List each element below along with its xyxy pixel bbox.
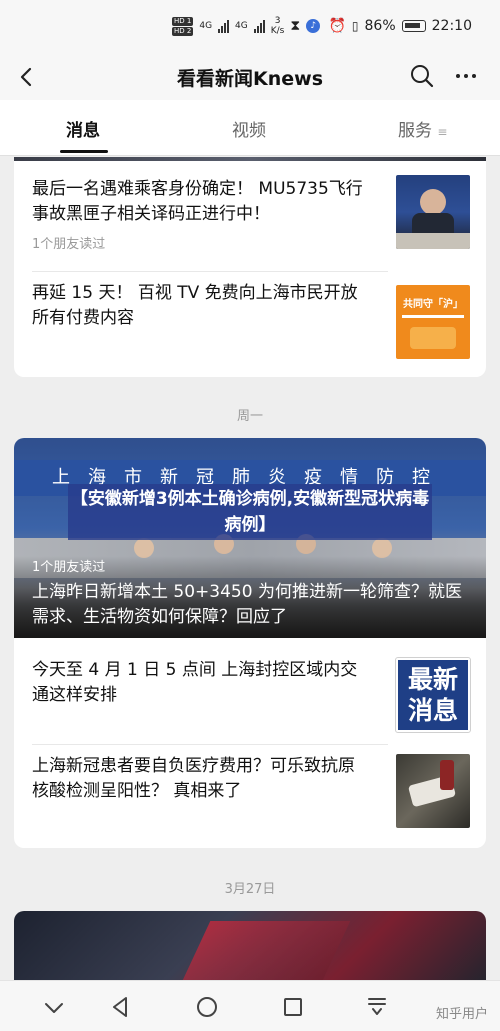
news-item[interactable]: 最后一名遇难乘客身份确定！ MU5735飞行事故黑匣子相关译码正进行中！ 1个朋… xyxy=(14,171,486,271)
tab-bar: 消息 视频 服务 ≡ xyxy=(0,100,500,156)
more-button[interactable] xyxy=(452,62,480,90)
friends-read-label: 1个朋友读过 xyxy=(32,560,106,575)
message-feed[interactable]: 最后一名遇难乘客身份确定！ MU5735飞行事故黑匣子相关译码正进行中！ 1个朋… xyxy=(0,157,500,980)
tab-video[interactable]: 视频 xyxy=(232,116,266,141)
press-conference-thumb xyxy=(396,175,470,249)
cola-can-shape xyxy=(440,760,454,790)
friends-read-label: 1个朋友读过 xyxy=(32,237,106,252)
speaker-head xyxy=(420,189,446,215)
person-head xyxy=(372,538,392,558)
breaking-news-thumb: 最新 消息 xyxy=(395,657,471,733)
person-head xyxy=(134,538,154,558)
date-separator: 周一 xyxy=(236,409,263,424)
sim1-label: HD 1 xyxy=(172,16,194,26)
hero-title: 上海昨日新增本土 50+3450 为何推进新一轮筛查？就医需求、生活物资如何保障… xyxy=(32,582,462,627)
notification-pull-button[interactable] xyxy=(363,993,391,1021)
alarm-icon: ⏰ xyxy=(328,18,346,34)
title-bar: 看看新闻Knews xyxy=(0,56,500,100)
speed-unit: K/s xyxy=(270,26,285,36)
search-button[interactable] xyxy=(408,62,436,90)
orange-promo-thumb: 共同守「沪」 xyxy=(396,285,470,359)
system-nav-bar: 知乎用户 xyxy=(0,980,500,1031)
test-kit-thumb xyxy=(396,754,470,828)
watermark: 知乎用户 xyxy=(435,1007,488,1022)
nav-back-button[interactable] xyxy=(107,993,135,1021)
battery-icon xyxy=(401,20,426,32)
overlay-caption: 【安徽新增3例本土确诊病例,安徽新型冠状病毒病例】 xyxy=(68,484,432,540)
breaking-line1: 最新 xyxy=(407,665,458,694)
tab-messages[interactable]: 消息 xyxy=(66,116,100,141)
status-right: ⏰ ▯ 86% 22:10 xyxy=(328,18,472,34)
signal-icon xyxy=(253,19,265,33)
pull-down-icon xyxy=(368,998,386,1015)
vibrate-icon: ▯ xyxy=(351,19,359,33)
news-item[interactable]: 上海新冠患者要自负医疗费用？可乐致抗原核酸检测呈阳性？ 真相来了 xyxy=(14,744,486,844)
collapse-button[interactable] xyxy=(40,993,68,1021)
promo-line xyxy=(402,315,464,318)
tab-services-label: 服务 xyxy=(398,121,432,141)
promo-graphic xyxy=(410,327,456,349)
status-left: HD 1 HD 2 4G 4G 3 K/s ⧗ ♪ xyxy=(172,16,321,36)
square-recents-icon xyxy=(284,998,302,1016)
sim2-label: HD 2 xyxy=(172,26,194,36)
breaking-line2: 消息 xyxy=(407,696,458,725)
image-graphic xyxy=(177,921,351,980)
news-card: 最后一名遇难乘客身份确定！ MU5735飞行事故黑匣子相关译码正进行中！ 1个朋… xyxy=(14,157,486,377)
news-image[interactable] xyxy=(14,911,486,980)
menu-icon: ≡ xyxy=(437,125,448,139)
hourglass-icon: ⧗ xyxy=(290,18,301,34)
net2-label: 4G xyxy=(235,21,248,31)
more-icon xyxy=(456,74,476,78)
status-bar: HD 1 HD 2 4G 4G 3 K/s ⧗ ♪ ⏰ ▯ 86% 22:10 xyxy=(0,0,500,56)
promo-thumb-text: 共同守「沪」 xyxy=(403,299,463,310)
music-icon: ♪ xyxy=(306,19,321,33)
speed-value: 3 xyxy=(274,16,281,26)
circle-home-icon xyxy=(197,997,217,1017)
net-speed: 3 K/s xyxy=(271,16,285,36)
news-title: 今天至 4 月 1 日 5 点间 上海封控区域内交通这样安排 xyxy=(32,660,358,705)
signal-icon xyxy=(218,19,230,33)
battery-percent: 86% xyxy=(364,18,396,34)
podium xyxy=(396,233,470,249)
news-item[interactable]: 今天至 4 月 1 日 5 点间 上海封控区域内交通这样安排 最新 消息 xyxy=(14,638,486,738)
chevron-down-icon xyxy=(45,1003,63,1013)
news-title: 上海新冠患者要自负医疗费用？可乐致抗原核酸检测呈阳性？ 真相来了 xyxy=(32,756,355,801)
clock: 22:10 xyxy=(431,18,472,34)
home-button[interactable] xyxy=(193,993,221,1021)
date-separator: 3月27日 xyxy=(224,882,276,897)
tab-services[interactable]: 服务 ≡ xyxy=(398,116,447,141)
tab-active-indicator xyxy=(60,150,108,153)
search-icon xyxy=(411,65,434,88)
news-card xyxy=(14,911,486,980)
news-item[interactable]: 再延 15 天！ 百视 TV 免费向上海市民开放所有付费内容 共同守「沪」 xyxy=(14,271,486,367)
news-title: 再延 15 天！ 百视 TV 免费向上海市民开放所有付费内容 xyxy=(32,283,358,328)
recents-button[interactable] xyxy=(279,993,307,1021)
triangle-back-icon xyxy=(113,997,127,1017)
previous-card-image xyxy=(14,157,486,161)
news-title: 最后一名遇难乘客身份确定！ MU5735飞行事故黑匣子相关译码正进行中！ xyxy=(32,179,363,224)
sim-indicators: HD 1 HD 2 xyxy=(172,16,194,36)
net1-label: 4G xyxy=(199,21,213,31)
